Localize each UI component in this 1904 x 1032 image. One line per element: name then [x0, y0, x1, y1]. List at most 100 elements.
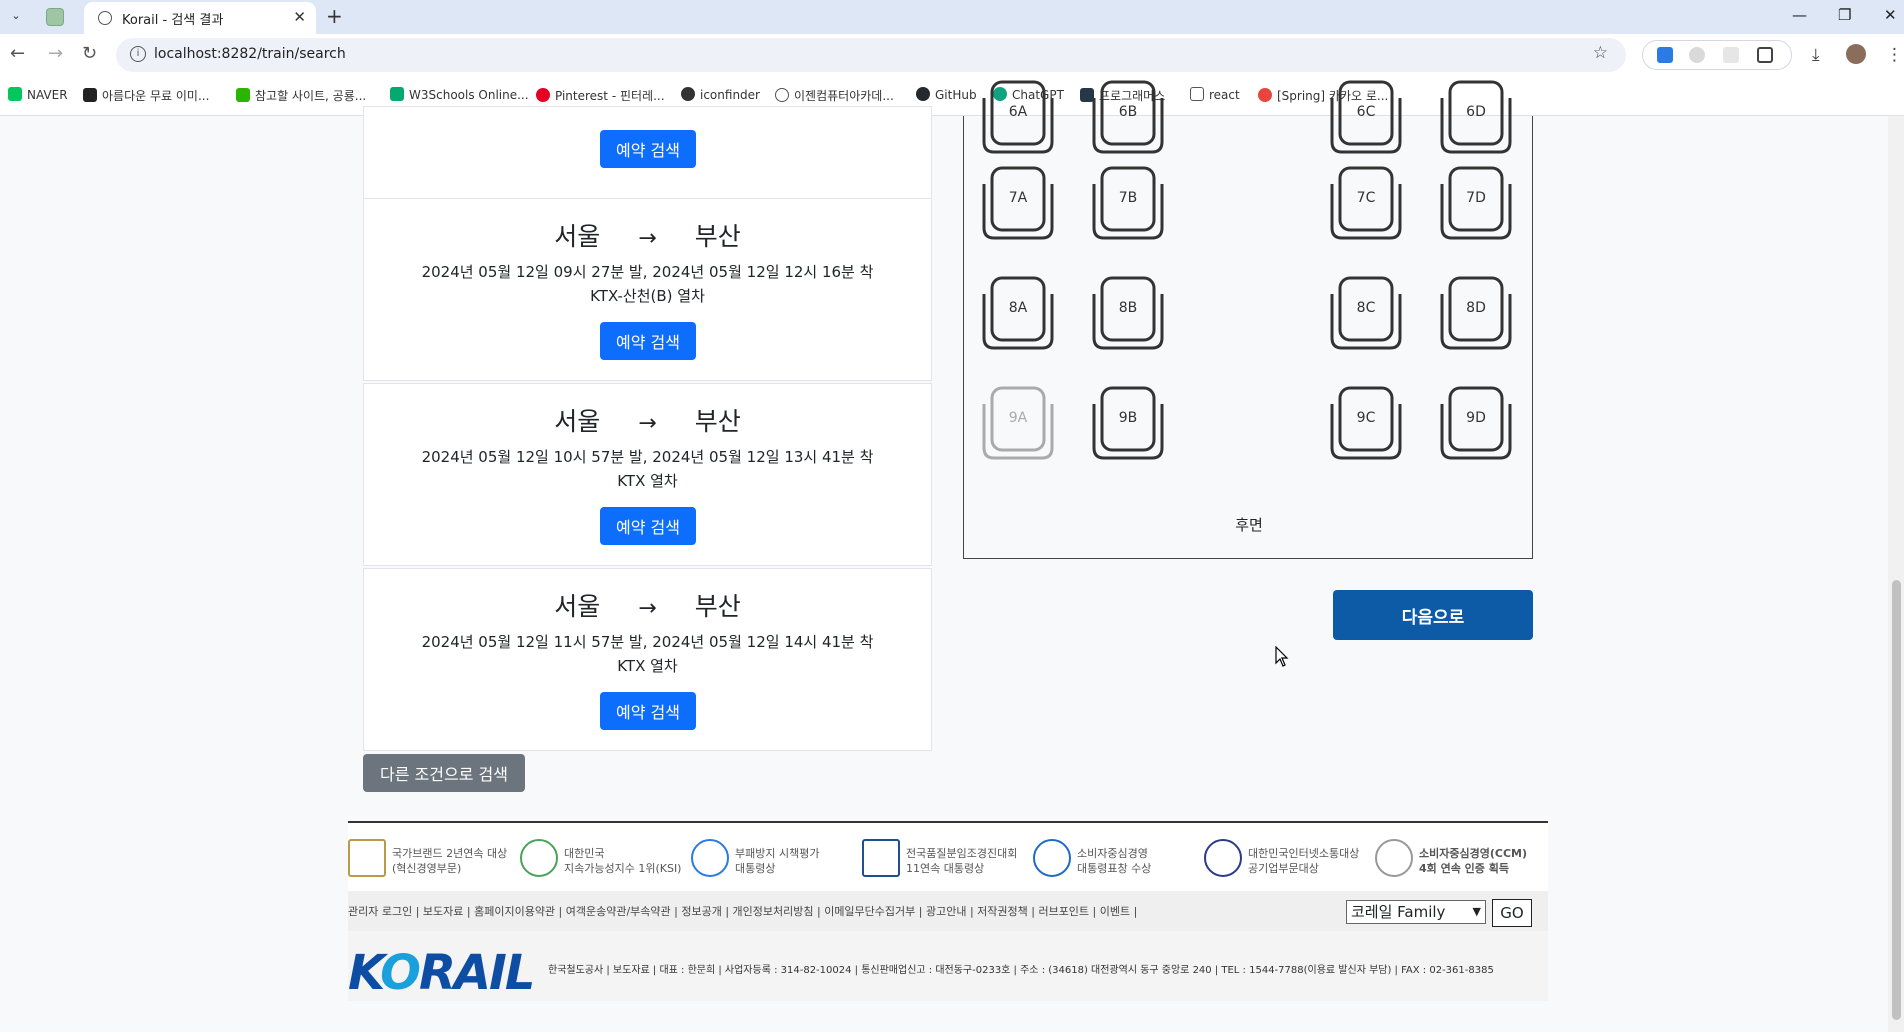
other-conditions-search-button[interactable]: 다른 조건으로 검색 — [363, 754, 525, 792]
bookmark-star-icon[interactable]: ☆ — [1593, 43, 1608, 63]
train-type: KTX 열차 — [617, 657, 678, 675]
extension-icon[interactable] — [1689, 47, 1705, 63]
bookmark-naver[interactable]: NAVER — [8, 87, 68, 102]
seat-label: 9D — [1466, 410, 1486, 426]
arrow-icon: → — [638, 411, 657, 436]
active-tab[interactable]: Korail - 검색 결과 ✕ — [84, 2, 316, 34]
minimize-icon[interactable]: — — [1792, 6, 1807, 24]
seat-9B[interactable]: 9B — [1088, 384, 1168, 462]
new-tab-plus-icon[interactable]: + — [326, 4, 343, 28]
url-text[interactable]: localhost:8282/train/search — [154, 46, 346, 62]
seat-label: 9A — [1008, 410, 1028, 426]
footer-links-row: 관리자 로그인 | 보도자료 | 홈페이지이용약관 | 여객운송약관/부속약관 … — [348, 891, 1548, 931]
address-bar[interactable]: i localhost:8282/train/search ☆ — [116, 38, 1626, 72]
pinned-tab-icon[interactable] — [46, 8, 64, 26]
seat-label: 6C — [1356, 104, 1376, 120]
departure-station: 서울 — [554, 407, 601, 436]
downloads-icon[interactable]: ⤓ — [1812, 45, 1820, 65]
seat-label: 7A — [1008, 190, 1028, 206]
extensions-group — [1642, 40, 1792, 70]
restore-icon[interactable]: ❐ — [1838, 6, 1851, 24]
bookmark-w3schools[interactable]: W3Schools Online... — [390, 87, 529, 102]
reserve-search-button[interactable]: 예약 검색 — [600, 130, 696, 168]
extension-icon-2[interactable] — [1723, 47, 1739, 63]
unsplash-icon — [83, 88, 97, 102]
ccm-badge-icon — [1375, 839, 1413, 877]
seat-6D[interactable]: 6D — [1436, 78, 1516, 156]
arrival-station: 부산 — [694, 592, 741, 621]
folder-icon — [1190, 87, 1204, 101]
seat-7D[interactable]: 7D — [1436, 164, 1516, 242]
next-button[interactable]: 다음으로 — [1333, 590, 1533, 640]
seat-9C[interactable]: 9C — [1326, 384, 1406, 462]
seat-8C[interactable]: 8C — [1326, 274, 1406, 352]
w3schools-icon — [390, 87, 404, 101]
bookmark-pinterest[interactable]: Pinterest - 핀터레... — [536, 87, 665, 104]
corporate-info: 한국철도공사 | 보도자료 | 대표 : 한문희 | 사업자등록 : 314-8… — [548, 965, 1494, 976]
seat-label: 8B — [1118, 300, 1138, 316]
tab-search-chevron-icon[interactable]: ⌄ — [8, 8, 24, 24]
reload-icon[interactable]: ↻ — [82, 43, 97, 64]
bookmark-free-images[interactable]: 아름다운 무료 이미... — [83, 87, 209, 104]
profile-avatar[interactable] — [1846, 44, 1866, 64]
pinterest-icon — [536, 88, 550, 102]
naver-icon — [8, 87, 22, 101]
forward-arrow-icon[interactable]: → — [48, 43, 63, 64]
seat-label: 6B — [1118, 104, 1138, 120]
scrollbar-thumb[interactable] — [1892, 580, 1901, 1020]
seat-8B[interactable]: 8B — [1088, 274, 1168, 352]
train-type: KTX-산천(B) 열차 — [590, 287, 705, 305]
bookmark-react-folder[interactable]: react — [1190, 87, 1240, 102]
footer-links[interactable]: 관리자 로그인 | 보도자료 | 홈페이지이용약관 | 여객운송약관/부속약관 … — [348, 903, 1137, 919]
seat-9D[interactable]: 9D — [1436, 384, 1516, 462]
result-card-partial: ㅤ 예약 검색 — [363, 106, 1036, 215]
seat-7C[interactable]: 7C — [1326, 164, 1406, 242]
bookmark-github[interactable]: GitHub — [916, 87, 977, 102]
back-arrow-icon[interactable]: ← — [10, 43, 25, 64]
reserve-search-button[interactable]: 예약 검색 — [600, 507, 696, 545]
go-button[interactable]: GO — [1492, 899, 1532, 927]
close-window-icon[interactable]: ✕ — [1884, 6, 1897, 24]
seat-8A[interactable]: 8A — [978, 274, 1058, 352]
seat-label: 7D — [1466, 190, 1486, 206]
schedule-times: 2024년 05월 12일 11시 57분 발, 2024년 05월 12일 1… — [421, 633, 874, 651]
tab-title: Korail - 검색 결과 — [122, 13, 224, 28]
spring-icon — [1258, 88, 1272, 102]
seat-6A[interactable]: 6A — [978, 78, 1058, 156]
bookmark-iconfinder[interactable]: iconfinder — [681, 87, 760, 102]
seat-label: 6A — [1008, 104, 1028, 120]
result-card: 서울 → 부산 2024년 05월 12일 09시 27분 발, 2024년 05월… — [363, 198, 932, 381]
seat-label: 8D — [1466, 300, 1486, 316]
consumer-badge-icon — [1033, 839, 1071, 877]
site-info-icon[interactable]: i — [130, 46, 146, 62]
result-card: 서울 → 부산 2024년 05월 12일 10시 57분 발, 2024년 05월… — [363, 383, 932, 566]
seat-label: 9C — [1356, 410, 1376, 426]
seat-6C[interactable]: 6C — [1326, 78, 1406, 156]
seat-7B[interactable]: 7B — [1088, 164, 1168, 242]
chevron-down-icon: ▼ — [1472, 905, 1481, 918]
bookmark-ezen-academy[interactable]: 이젠컴퓨터아카데... — [775, 87, 894, 104]
seat-6B[interactable]: 6B — [1088, 78, 1168, 156]
seat-8D[interactable]: 8D — [1436, 274, 1516, 352]
seat-label: 7B — [1118, 190, 1138, 206]
bookmark-reference-sites[interactable]: 참고할 사이트, 공룡... — [236, 87, 366, 104]
reserve-search-button[interactable]: 예약 검색 — [600, 322, 696, 360]
close-tab-icon[interactable]: ✕ — [293, 8, 306, 26]
download-extension-icon[interactable] — [1657, 47, 1673, 63]
route: 서울 → 부산 — [364, 587, 931, 623]
seat-7A[interactable]: 7A — [978, 164, 1058, 242]
toolbar: ← → ↻ i localhost:8282/train/search ☆ ⤓ … — [0, 34, 1904, 76]
globe-icon — [98, 11, 112, 25]
korail-logo: KORAIL — [348, 945, 535, 1001]
arrow-icon: → — [638, 226, 657, 251]
seat-label: 6D — [1466, 104, 1486, 120]
seat-label: 8C — [1356, 300, 1376, 316]
result-card: 서울 → 부산 2024년 05월 12일 11시 57분 발, 2024년 05월… — [363, 568, 932, 751]
puzzle-extensions-icon[interactable] — [1757, 47, 1773, 63]
bookmarks-bar: NAVER 아름다운 무료 이미... 참고할 사이트, 공룡... W3Sch… — [0, 76, 1904, 116]
reserve-search-button[interactable]: 예약 검색 — [600, 692, 696, 730]
github-icon — [916, 87, 930, 101]
korail-family-select[interactable]: 코레일 Family ▼ — [1346, 900, 1486, 924]
ksi-badge-icon — [520, 839, 558, 877]
menu-kebab-icon[interactable]: ⋮ — [1886, 45, 1903, 65]
